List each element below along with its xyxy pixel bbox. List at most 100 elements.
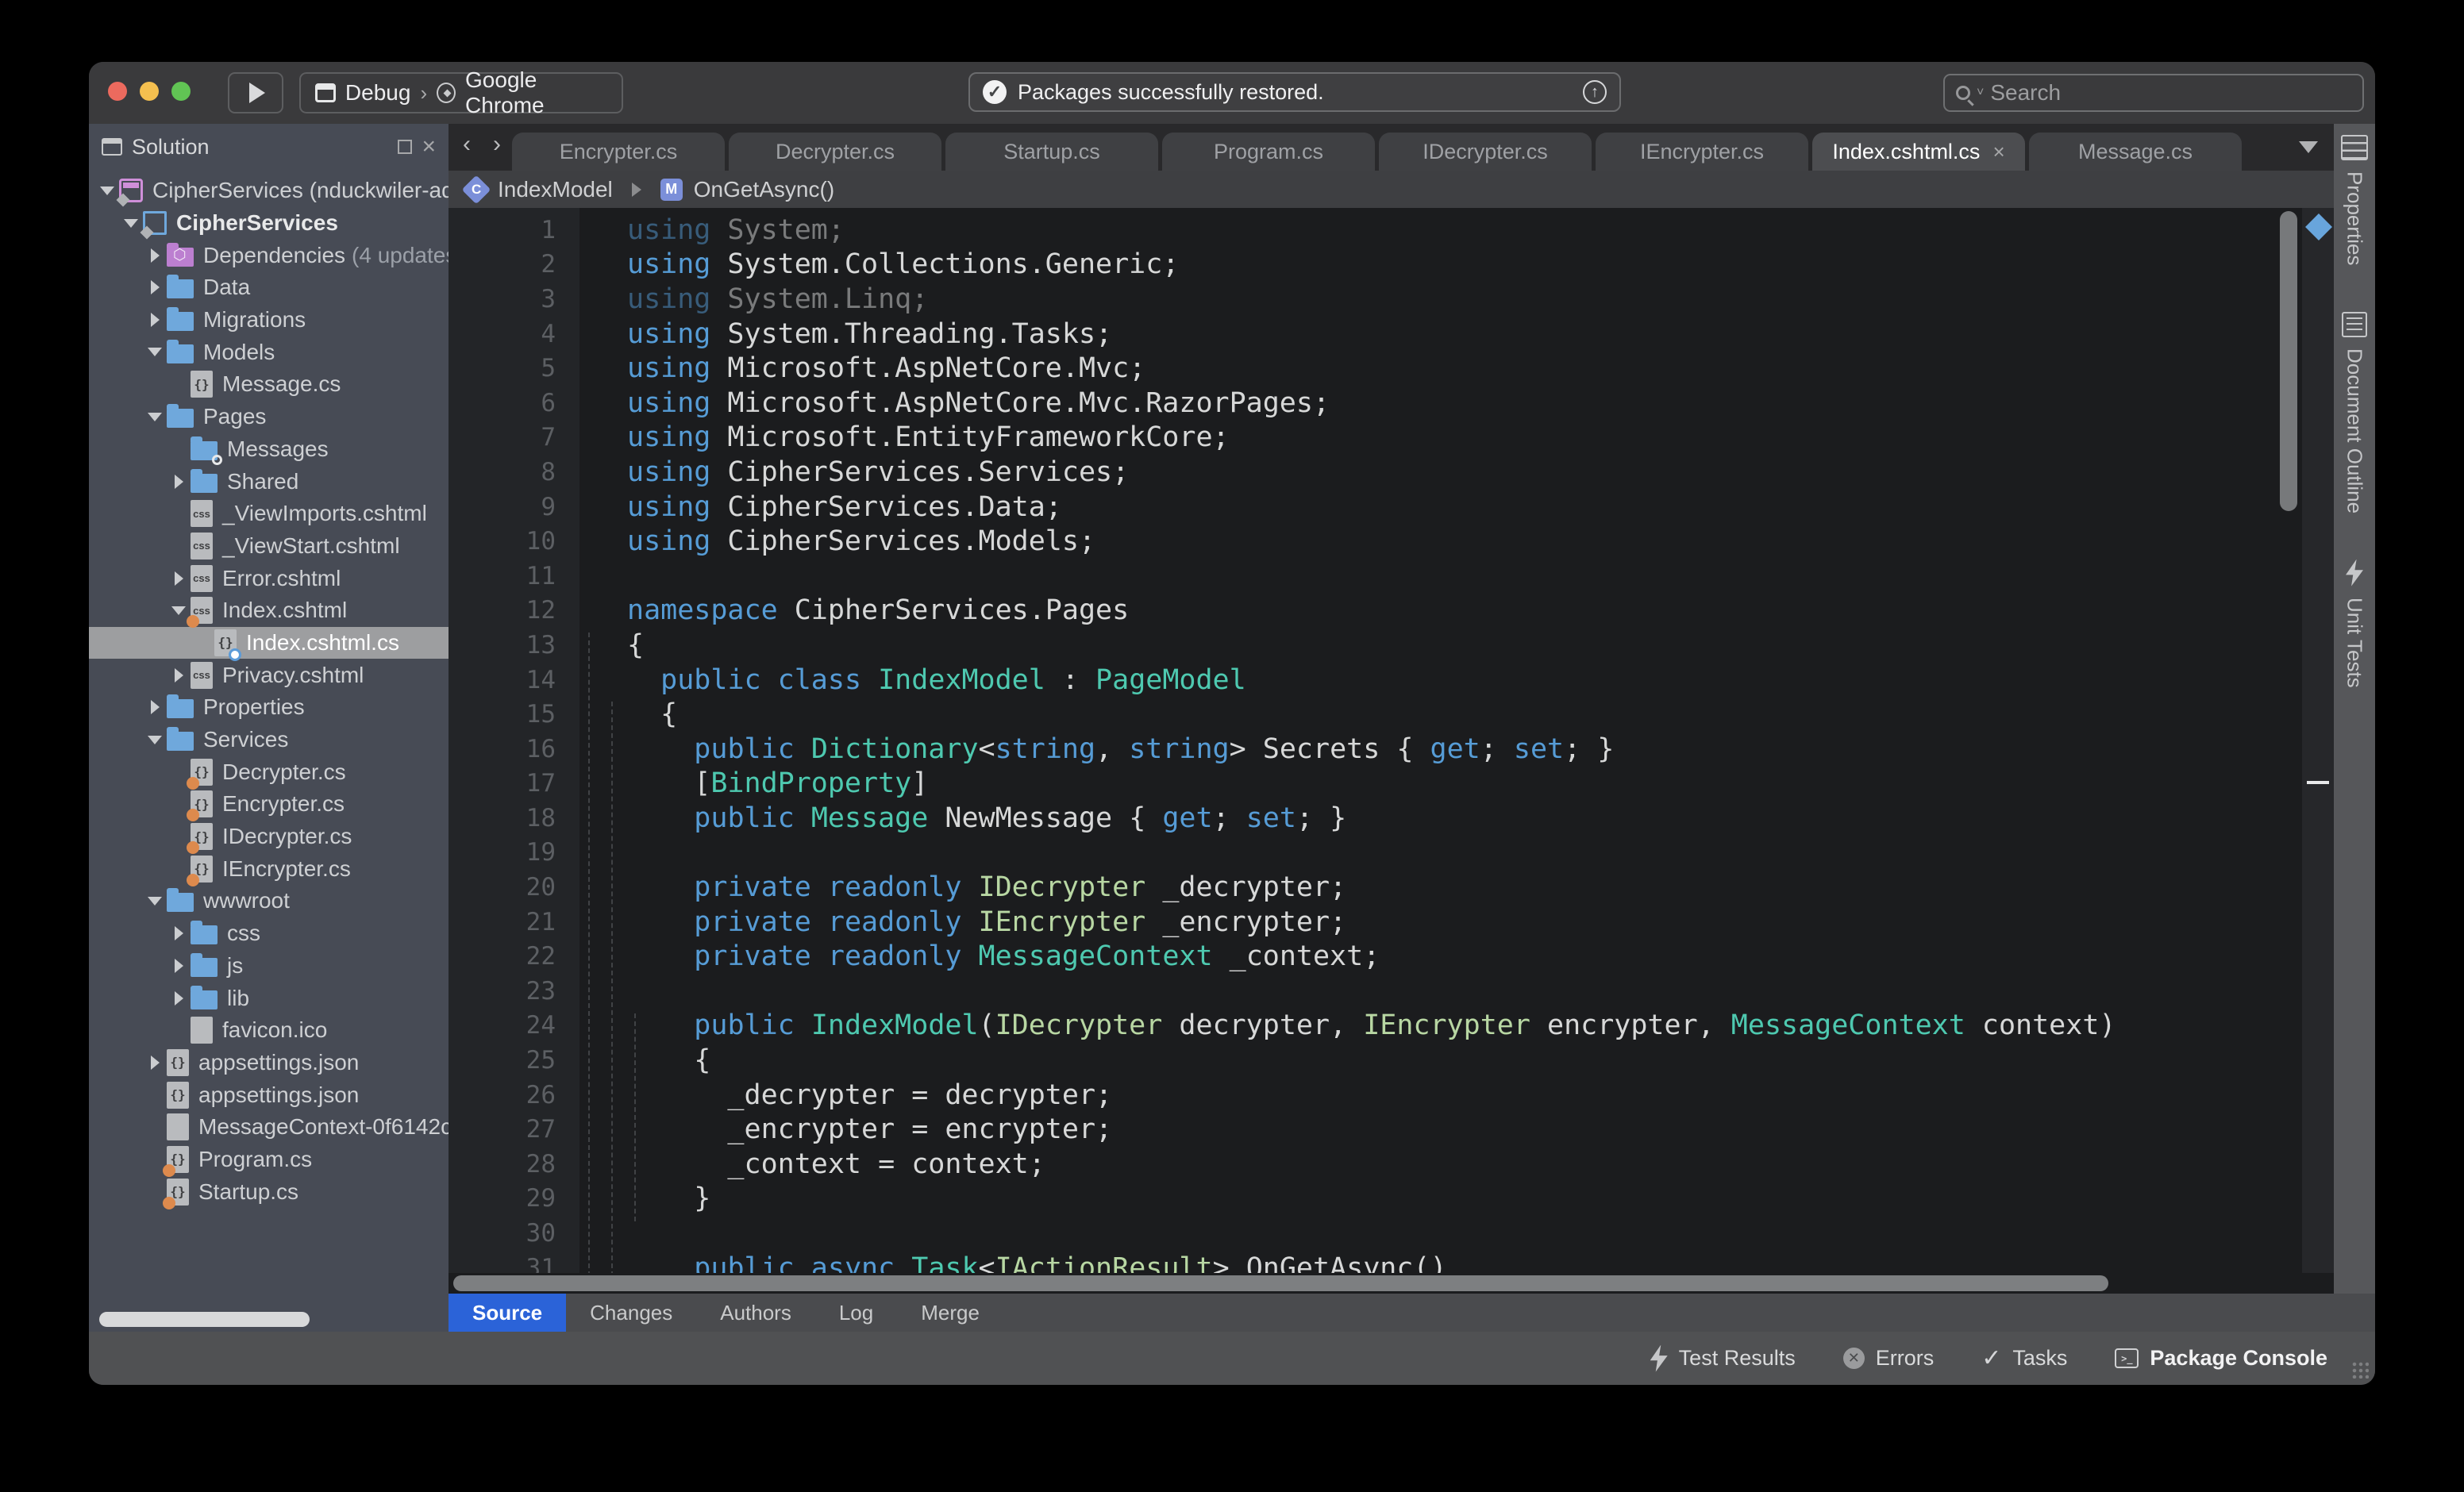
- code-line[interactable]: 5using Microsoft.AspNetCore.Mvc;: [449, 351, 2270, 386]
- tab-iencrypter-cs[interactable]: IEncrypter.cs: [1596, 133, 1808, 171]
- tree-item-program-cs[interactable]: Program.cs: [89, 1144, 449, 1176]
- dock-pad-icon[interactable]: [398, 140, 412, 154]
- code-line[interactable]: 22 private readonly MessageContext _cont…: [449, 939, 2270, 974]
- code-line[interactable]: 27 _encrypter = encrypter;: [449, 1112, 2270, 1147]
- tree-item-migrations[interactable]: Migrations: [89, 304, 449, 336]
- tree-item-cipherservices-nduckwiler-add[interactable]: CipherServices (nduckwiler-add): [89, 175, 449, 207]
- tree-item-cipherservices[interactable]: CipherServices: [89, 207, 449, 240]
- vc-tab-source[interactable]: Source: [449, 1294, 566, 1332]
- tree-item-css[interactable]: css: [89, 917, 449, 950]
- code-line[interactable]: 14 public class IndexModel : PageModel: [449, 663, 2270, 698]
- tree-item-models[interactable]: Models: [89, 336, 449, 368]
- tab-program-cs[interactable]: Program.cs: [1162, 133, 1375, 171]
- close-pad-icon[interactable]: ×: [422, 139, 436, 155]
- back-icon[interactable]: ‹: [463, 131, 471, 158]
- sidebar-horizontal-scrollbar[interactable]: [99, 1312, 310, 1327]
- tree-item-pages[interactable]: Pages: [89, 401, 449, 433]
- collapse-chevron-icon[interactable]: [167, 606, 191, 615]
- tree-item-viewimports-cshtml[interactable]: _ViewImports.cshtml: [89, 498, 449, 530]
- collapse-chevron-icon[interactable]: [143, 413, 167, 421]
- expand-chevron-icon[interactable]: [143, 700, 167, 714]
- statusbar-errors[interactable]: ✕Errors: [1843, 1346, 1935, 1371]
- code-line[interactable]: 25 {: [449, 1043, 2270, 1078]
- tab-encrypter-cs[interactable]: Encrypter.cs: [512, 133, 725, 171]
- expand-chevron-icon[interactable]: [167, 475, 191, 489]
- tree-item-encrypter-cs[interactable]: Encrypter.cs: [89, 788, 449, 821]
- forward-icon[interactable]: ›: [493, 131, 501, 158]
- code-line[interactable]: 13{: [449, 628, 2270, 663]
- tree-item-services[interactable]: Services: [89, 724, 449, 756]
- code-line[interactable]: 8using CipherServices.Services;: [449, 455, 2270, 490]
- pad-tab-document-outline[interactable]: Document Outline: [2342, 312, 2367, 513]
- vc-tab-authors[interactable]: Authors: [696, 1294, 815, 1332]
- tree-item-lib[interactable]: lib: [89, 982, 449, 1014]
- breadcrumb-method[interactable]: M OnGetAsync(): [660, 177, 834, 202]
- code-line[interactable]: 18 public Message NewMessage { get; set;…: [449, 801, 2270, 836]
- run-button[interactable]: [228, 72, 283, 113]
- code-line[interactable]: 26 _decrypter = decrypter;: [449, 1078, 2270, 1113]
- run-configuration-selector[interactable]: Debug › Google Chrome: [299, 72, 623, 113]
- close-window-button[interactable]: [108, 82, 127, 101]
- tree-item-iencrypter-cs[interactable]: IEncrypter.cs: [89, 852, 449, 885]
- expand-chevron-icon[interactable]: [167, 959, 191, 973]
- code-line[interactable]: 2using System.Collections.Generic;: [449, 248, 2270, 283]
- tree-item-data[interactable]: Data: [89, 271, 449, 304]
- tree-item-properties[interactable]: Properties: [89, 691, 449, 724]
- expand-chevron-icon[interactable]: [143, 280, 167, 294]
- vc-tab-log[interactable]: Log: [815, 1294, 897, 1332]
- code-line[interactable]: 31 public async Task<IActionResult> OnGe…: [449, 1251, 2270, 1273]
- vc-tab-merge[interactable]: Merge: [897, 1294, 1003, 1332]
- code-line[interactable]: 23: [449, 974, 2270, 1009]
- code-line[interactable]: 6using Microsoft.AspNetCore.Mvc.RazorPag…: [449, 386, 2270, 421]
- breadcrumb-class[interactable]: C IndexModel: [466, 177, 613, 202]
- code-line[interactable]: 30: [449, 1216, 2270, 1251]
- editor-horizontal-scrollbar[interactable]: [453, 1275, 2108, 1291]
- code-line[interactable]: 3using System.Linq;: [449, 282, 2270, 317]
- expand-chevron-icon[interactable]: [167, 571, 191, 586]
- expand-chevron-icon[interactable]: [167, 926, 191, 940]
- code-line[interactable]: 19: [449, 836, 2270, 871]
- tab-overflow-dropdown-icon[interactable]: [2299, 141, 2318, 153]
- tree-item-index-cshtml-cs[interactable]: Index.cshtml.cs: [89, 627, 449, 659]
- tree-item-appsettings-json[interactable]: appsettings.json: [89, 1047, 449, 1079]
- pad-tab-unit-tests[interactable]: Unit Tests: [2343, 560, 2367, 688]
- statusbar-tasks[interactable]: ✓Tasks: [1981, 1344, 2067, 1372]
- code-line[interactable]: 12namespace CipherServices.Pages: [449, 594, 2270, 629]
- code-line[interactable]: 11: [449, 559, 2270, 594]
- pad-tab-properties[interactable]: Properties: [2341, 135, 2368, 266]
- collapse-chevron-icon[interactable]: [143, 348, 167, 356]
- tree-item-shared[interactable]: Shared: [89, 465, 449, 498]
- vc-tab-changes[interactable]: Changes: [566, 1294, 696, 1332]
- expand-chevron-icon[interactable]: [143, 248, 167, 263]
- code-line[interactable]: 28 _context = context;: [449, 1147, 2270, 1182]
- tree-item-startup-cs[interactable]: Startup.cs: [89, 1175, 449, 1208]
- code-line[interactable]: 9using CipherServices.Data;: [449, 490, 2270, 525]
- tree-item-dependencies[interactable]: Dependencies(4 updates): [89, 239, 449, 271]
- tab-decrypter-cs[interactable]: Decrypter.cs: [729, 133, 941, 171]
- tree-item-appsettings-json[interactable]: appsettings.json: [89, 1079, 449, 1111]
- collapse-chevron-icon[interactable]: [143, 897, 167, 906]
- minimize-window-button[interactable]: [140, 82, 159, 101]
- search-input[interactable]: [1990, 80, 2308, 106]
- code-line[interactable]: 29 }: [449, 1182, 2270, 1217]
- tree-item-privacy-cshtml[interactable]: Privacy.cshtml: [89, 659, 449, 691]
- resize-grip[interactable]: [2351, 1361, 2369, 1379]
- statusbar-package-console[interactable]: >_Package Console: [2115, 1346, 2327, 1371]
- code-line[interactable]: 10using CipherServices.Models;: [449, 524, 2270, 559]
- tree-item-index-cshtml[interactable]: Index.cshtml: [89, 594, 449, 627]
- tree-item-messages[interactable]: Messages: [89, 433, 449, 466]
- expand-chevron-icon[interactable]: [143, 1056, 167, 1070]
- code-line[interactable]: 16 public Dictionary<string, string> Sec…: [449, 732, 2270, 767]
- tree-item-wwwroot[interactable]: wwwroot: [89, 885, 449, 917]
- tab-startup-cs[interactable]: Startup.cs: [945, 133, 1158, 171]
- code-line[interactable]: 17 [BindProperty]: [449, 767, 2270, 802]
- editor-vertical-scrollbar[interactable]: [2280, 211, 2297, 511]
- tree-item-favicon-ico[interactable]: favicon.ico: [89, 1014, 449, 1047]
- tab-message-cs[interactable]: Message.cs: [2029, 133, 2242, 171]
- expand-chevron-icon[interactable]: [167, 991, 191, 1006]
- close-icon[interactable]: ×: [1992, 140, 2004, 164]
- expand-chevron-icon[interactable]: [167, 668, 191, 683]
- code-line[interactable]: 21 private readonly IEncrypter _encrypte…: [449, 905, 2270, 940]
- collapse-chevron-icon[interactable]: [119, 219, 143, 228]
- code-line[interactable]: 1using System;: [449, 213, 2270, 248]
